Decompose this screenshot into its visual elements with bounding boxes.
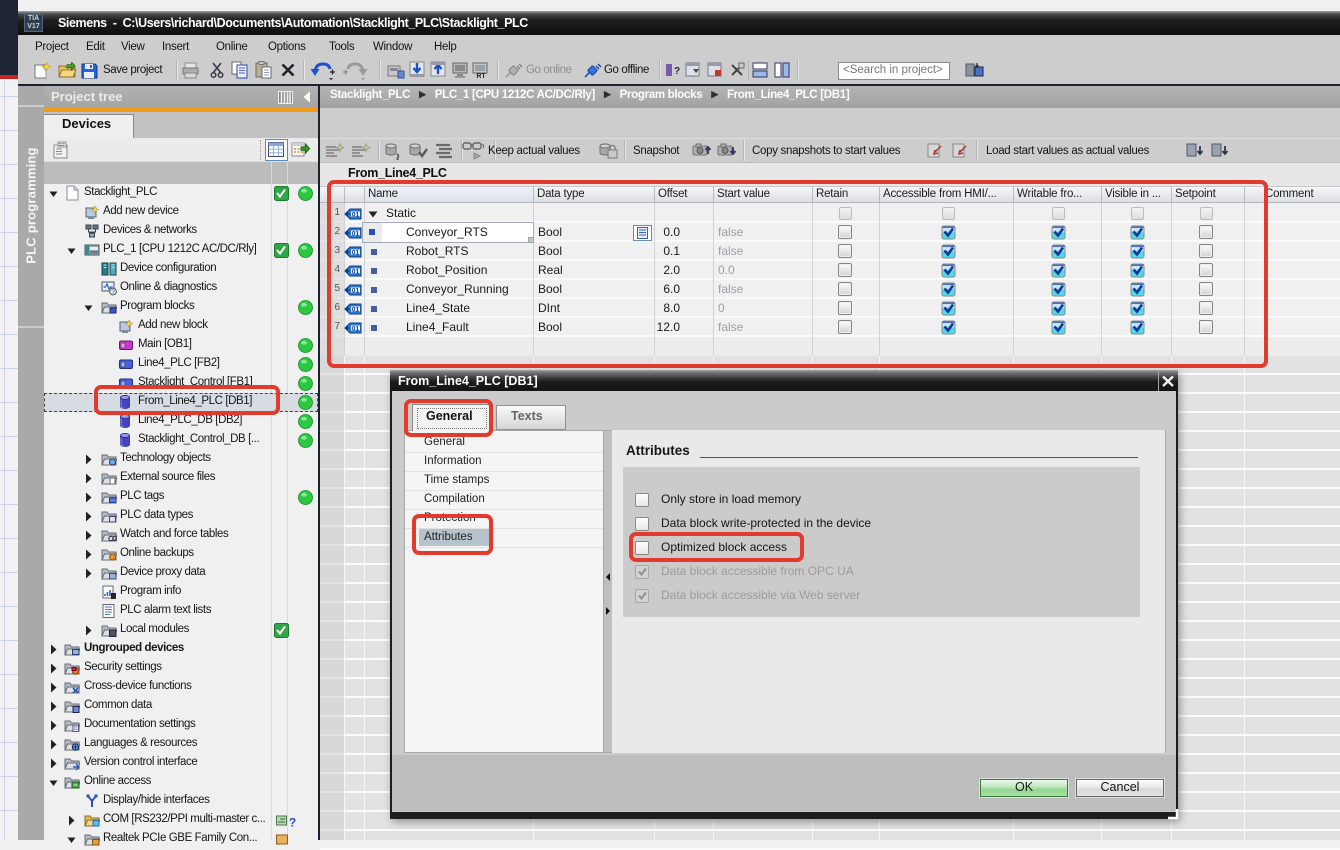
svg-text:?: ? bbox=[289, 816, 296, 829]
svg-text:?: ? bbox=[674, 66, 680, 77]
svg-text:RT: RT bbox=[476, 73, 486, 79]
svg-text:?: ? bbox=[111, 289, 115, 296]
